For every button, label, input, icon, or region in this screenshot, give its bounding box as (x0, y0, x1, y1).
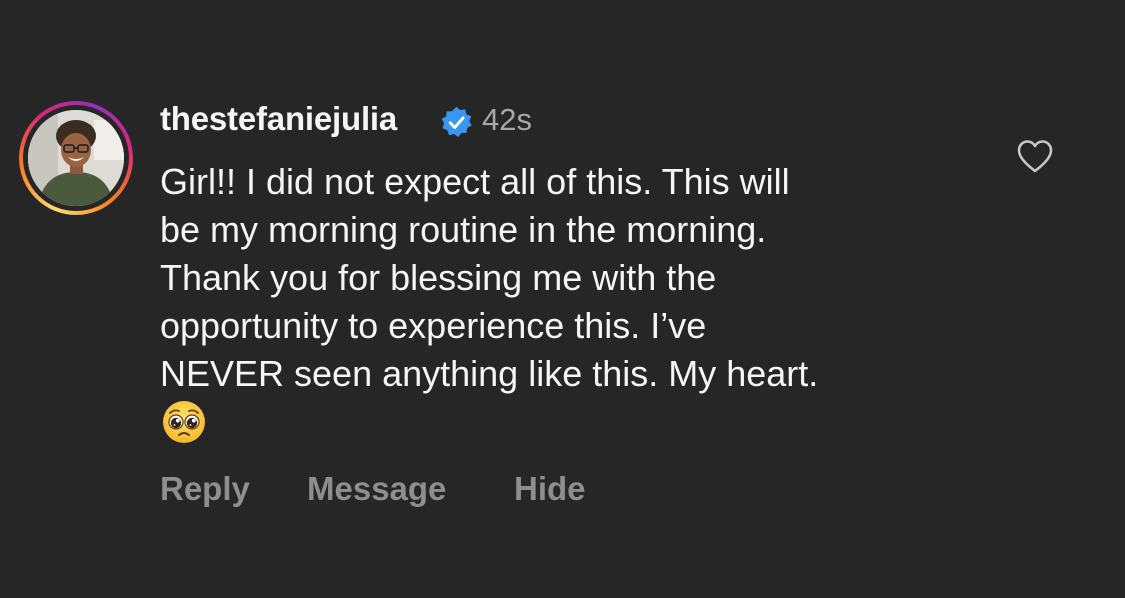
comment-item: thestefaniejulia 42s Girl!! I did not ex… (0, 0, 1125, 598)
comment-text-line: opportunity to experience this. I’ve (160, 305, 707, 346)
avatar[interactable] (28, 110, 124, 206)
comment-text: Girl!! I did not expect all of this. Thi… (160, 158, 980, 398)
message-button[interactable]: Message (307, 470, 446, 508)
comment-text-line: NEVER seen anything like this. My heart. (160, 353, 819, 394)
comment-text-line: Girl!! I did not expect all of this. Thi… (160, 161, 790, 202)
username-link[interactable]: thestefaniejulia (160, 100, 397, 138)
verified-badge-icon (441, 106, 472, 137)
hide-button[interactable]: Hide (514, 470, 586, 508)
timestamp: 42s (482, 102, 532, 137)
pleading-face-emoji-icon (163, 401, 205, 443)
avatar-image (28, 110, 124, 206)
heart-outline-icon[interactable] (1016, 138, 1054, 174)
comment-text-line: be my morning routine in the morning. (160, 209, 767, 250)
comment-text-line: Thank you for blessing me with the (160, 257, 717, 298)
story-ring[interactable] (19, 101, 133, 215)
reply-button[interactable]: Reply (160, 470, 250, 508)
